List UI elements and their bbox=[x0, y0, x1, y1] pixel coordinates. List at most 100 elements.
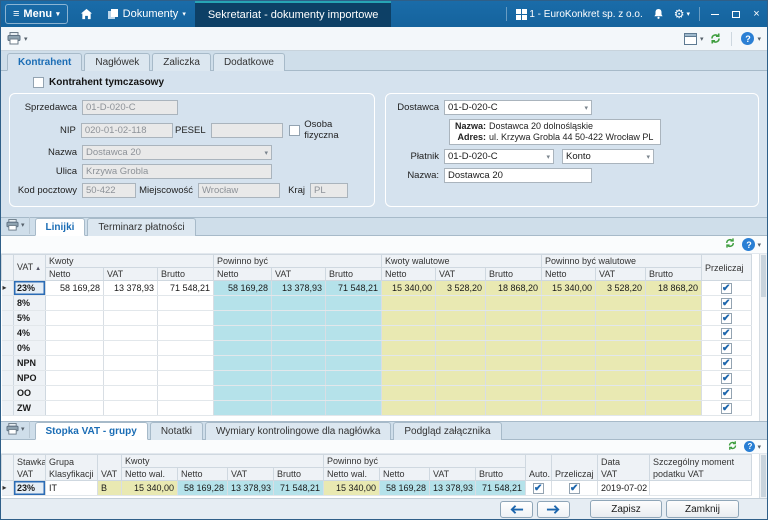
amount-cell[interactable] bbox=[541, 295, 597, 311]
refresh-button[interactable] bbox=[709, 32, 722, 45]
amount-cell[interactable]: 15 340,00 bbox=[121, 480, 178, 496]
col-header-brutto[interactable]: Brutto bbox=[485, 267, 543, 281]
amount-cell[interactable]: 71 548,21 bbox=[273, 480, 325, 496]
przeliczaj-cell[interactable] bbox=[701, 355, 753, 371]
amount-cell[interactable] bbox=[271, 295, 327, 311]
company-selector[interactable]: 1 - EuroKonkret sp. z o.o. bbox=[511, 1, 647, 27]
vat-rate-cell[interactable]: OO bbox=[13, 385, 46, 401]
platnik-combo[interactable]: 01-D-020-C ▾ bbox=[444, 149, 554, 164]
next-record-button[interactable] bbox=[536, 500, 570, 518]
amount-cell[interactable] bbox=[45, 310, 104, 326]
amount-cell[interactable]: 15 340,00 bbox=[323, 480, 381, 496]
vat-rate-cell[interactable]: 23% bbox=[13, 280, 46, 296]
amount-cell[interactable] bbox=[381, 385, 437, 401]
documents-button[interactable]: Dokumenty ▾ bbox=[100, 1, 193, 27]
vertical-scrollbar[interactable] bbox=[759, 254, 767, 421]
footer-print-button[interactable]: ▾ bbox=[4, 421, 30, 438]
amount-cell[interactable] bbox=[595, 325, 647, 341]
row-marker[interactable] bbox=[1, 385, 14, 401]
row-marker[interactable] bbox=[1, 355, 14, 371]
amount-cell[interactable] bbox=[541, 310, 597, 326]
amount-cell[interactable] bbox=[157, 340, 215, 356]
amount-cell[interactable] bbox=[213, 295, 273, 311]
amount-cell[interactable] bbox=[45, 325, 104, 341]
vertical-scrollbar[interactable] bbox=[759, 454, 767, 498]
amount-cell[interactable] bbox=[381, 310, 437, 326]
amount-cell[interactable] bbox=[213, 370, 273, 386]
przeliczaj-cell[interactable] bbox=[701, 370, 753, 386]
col-header-stawka-vat[interactable]: Stawka VAT bbox=[13, 454, 46, 481]
amount-cell[interactable] bbox=[485, 355, 543, 371]
vat-rate-cell[interactable]: 4% bbox=[13, 325, 46, 341]
amount-cell[interactable] bbox=[541, 355, 597, 371]
row-marker[interactable] bbox=[1, 370, 14, 386]
amount-cell[interactable] bbox=[45, 385, 104, 401]
amount-cell[interactable] bbox=[541, 385, 597, 401]
miejscowosc-field[interactable]: Wrocław bbox=[198, 183, 280, 198]
checkbox[interactable] bbox=[721, 357, 733, 370]
footer-tab[interactable]: Stopka VAT - grupy bbox=[34, 422, 148, 440]
settings-button[interactable]: ⚙ ▾ bbox=[669, 1, 695, 27]
lines-refresh-button[interactable] bbox=[724, 236, 736, 254]
amount-cell[interactable] bbox=[435, 325, 487, 341]
amount-cell[interactable] bbox=[645, 370, 703, 386]
row-marker[interactable] bbox=[1, 295, 14, 311]
amount-cell[interactable] bbox=[213, 340, 273, 356]
minimize-button[interactable] bbox=[704, 1, 725, 27]
footer-refresh-button[interactable] bbox=[727, 438, 738, 456]
amount-cell[interactable] bbox=[103, 355, 158, 371]
form-tab[interactable]: Zaliczka bbox=[152, 53, 211, 71]
amount-cell[interactable] bbox=[103, 325, 158, 341]
col-header-vat-sub[interactable]: VAT bbox=[227, 467, 274, 481]
amount-cell[interactable] bbox=[485, 325, 543, 341]
amount-cell[interactable] bbox=[103, 295, 158, 311]
amount-cell[interactable]: 58 169,28 bbox=[177, 480, 228, 496]
col-header-brutto[interactable]: Brutto bbox=[272, 467, 325, 481]
col-header-szczegolny-moment[interactable]: Szczególny moment podatku VAT bbox=[649, 454, 753, 481]
amount-cell[interactable] bbox=[157, 310, 215, 326]
lines-tab[interactable]: Linijki bbox=[34, 218, 86, 236]
amount-cell[interactable] bbox=[541, 325, 597, 341]
col-header-auto[interactable]: Auto. bbox=[525, 454, 553, 481]
row-marker[interactable] bbox=[1, 310, 14, 326]
amount-cell[interactable] bbox=[45, 340, 104, 356]
amount-cell[interactable] bbox=[435, 310, 487, 326]
lines-print-button[interactable]: ▾ bbox=[4, 217, 30, 234]
amount-cell[interactable] bbox=[325, 385, 383, 401]
col-header-netto[interactable]: Netto bbox=[45, 267, 104, 281]
nazwa-field[interactable]: Dostawca 20 ▾ bbox=[82, 145, 272, 160]
amount-cell[interactable] bbox=[157, 355, 215, 371]
amount-cell[interactable]: 58 169,28 bbox=[379, 480, 431, 496]
footer-tab[interactable]: Wymiary kontrolingowe dla nagłówka bbox=[204, 422, 392, 440]
save-button[interactable]: Zapisz bbox=[589, 500, 662, 518]
auto-cell[interactable] bbox=[525, 480, 553, 496]
col-header-vat-sub[interactable]: VAT bbox=[429, 467, 477, 481]
col-header-netto[interactable]: Netto bbox=[541, 267, 597, 281]
amount-cell[interactable]: 58 169,28 bbox=[213, 280, 273, 296]
amount-cell[interactable] bbox=[45, 400, 104, 416]
checkbox[interactable] bbox=[721, 402, 733, 415]
amount-cell[interactable] bbox=[595, 295, 647, 311]
amount-cell[interactable] bbox=[485, 385, 543, 401]
przeliczaj-cell[interactable] bbox=[701, 325, 753, 341]
checkbox[interactable] bbox=[533, 482, 545, 495]
amount-cell[interactable] bbox=[271, 325, 327, 341]
prev-record-button[interactable] bbox=[499, 500, 533, 518]
notifications-button[interactable] bbox=[648, 1, 669, 27]
amount-cell[interactable]: 71 548,21 bbox=[325, 280, 383, 296]
form-tab[interactable]: Kontrahent bbox=[7, 53, 83, 71]
amount-cell[interactable] bbox=[271, 370, 327, 386]
amount-cell[interactable] bbox=[595, 310, 647, 326]
amount-cell[interactable] bbox=[325, 325, 383, 341]
amount-cell[interactable] bbox=[213, 400, 273, 416]
amount-cell[interactable] bbox=[435, 340, 487, 356]
vat-rate-cell[interactable]: ZW bbox=[13, 400, 46, 416]
kraj-field[interactable]: PL bbox=[310, 183, 348, 198]
amount-cell[interactable] bbox=[381, 400, 437, 416]
amount-cell[interactable] bbox=[271, 385, 327, 401]
amount-cell[interactable]: 3 528,20 bbox=[435, 280, 487, 296]
form-tab[interactable]: Nagłówek bbox=[84, 53, 151, 71]
footer-tab[interactable]: Podgląd załącznika bbox=[393, 422, 502, 440]
col-header-data-vat[interactable]: Data VAT bbox=[597, 454, 651, 481]
amount-cell[interactable] bbox=[435, 370, 487, 386]
